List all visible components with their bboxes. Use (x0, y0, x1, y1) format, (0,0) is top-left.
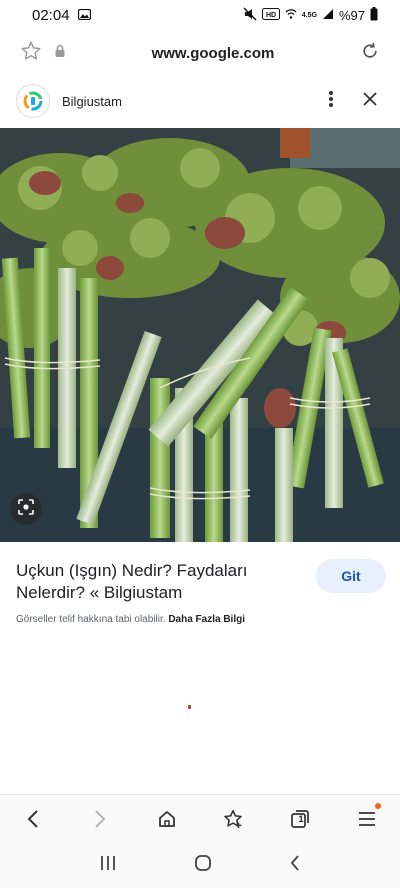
lens-icon (17, 498, 35, 521)
result-image[interactable] (0, 128, 400, 542)
copyright-text: Görseller telif hakkına tabi olabilir. (16, 614, 166, 625)
battery-icon (370, 6, 378, 24)
hamburger-menu-icon (358, 812, 375, 826)
signal-icon (322, 8, 334, 23)
result-title[interactable]: Uçkun (Işgın) Nedir? Faydaları Nelerdir?… (16, 560, 286, 604)
back-arrow-icon (27, 810, 39, 828)
bookmarks-button[interactable] (213, 799, 253, 839)
tabs-button[interactable]: 1 (280, 799, 320, 839)
lens-search-button[interactable] (10, 493, 42, 525)
battery-level: %97 (338, 7, 365, 23)
wifi-icon (285, 8, 297, 23)
hd-icon: HD (261, 7, 280, 23)
status-bar: 02:04 HD 4.5G %97 (0, 0, 400, 30)
home-nav-icon (195, 854, 211, 871)
home-icon (158, 811, 175, 827)
back-button[interactable] (13, 799, 53, 839)
back-nav-icon (291, 854, 299, 871)
tab-count: 1 (298, 814, 304, 824)
site-logo-icon[interactable] (16, 84, 50, 118)
browser-toolbar: 1 (0, 794, 400, 843)
more-info-link[interactable]: Daha Fazla Bilgi (168, 614, 245, 625)
lock-icon[interactable] (54, 44, 66, 63)
gallery-icon (77, 7, 91, 24)
recent-apps-button[interactable] (99, 855, 117, 876)
back-nav-button[interactable] (289, 854, 301, 876)
star-plus-icon (224, 809, 243, 829)
system-navigation-bar (0, 842, 400, 888)
loading-indicator (188, 705, 191, 709)
mute-icon (243, 7, 257, 24)
url-text[interactable]: www.google.com (66, 45, 360, 62)
recent-apps-icon (100, 855, 115, 870)
home-button[interactable] (147, 799, 187, 839)
svg-text:HD: HD (266, 12, 276, 19)
network-type: 4.5G (301, 11, 317, 19)
status-time: 02:04 (32, 6, 70, 24)
reload-icon[interactable] (360, 41, 380, 66)
visit-button[interactable]: Git (316, 559, 386, 593)
url-bar: www.google.com (0, 30, 400, 76)
forward-arrow-icon (95, 810, 106, 828)
menu-button[interactable] (347, 799, 387, 839)
notification-dot (374, 803, 381, 809)
copyright-notice: Görseller telif hakkına tabi olabilir. D… (16, 614, 245, 625)
close-icon[interactable] (362, 91, 378, 112)
bookmark-star-icon[interactable] (20, 40, 42, 67)
site-name[interactable]: Bilgiustam (62, 94, 328, 109)
more-options-icon[interactable] (328, 90, 334, 113)
home-nav-button[interactable] (194, 854, 212, 877)
forward-button[interactable] (80, 799, 120, 839)
site-header: Bilgiustam (0, 78, 400, 124)
